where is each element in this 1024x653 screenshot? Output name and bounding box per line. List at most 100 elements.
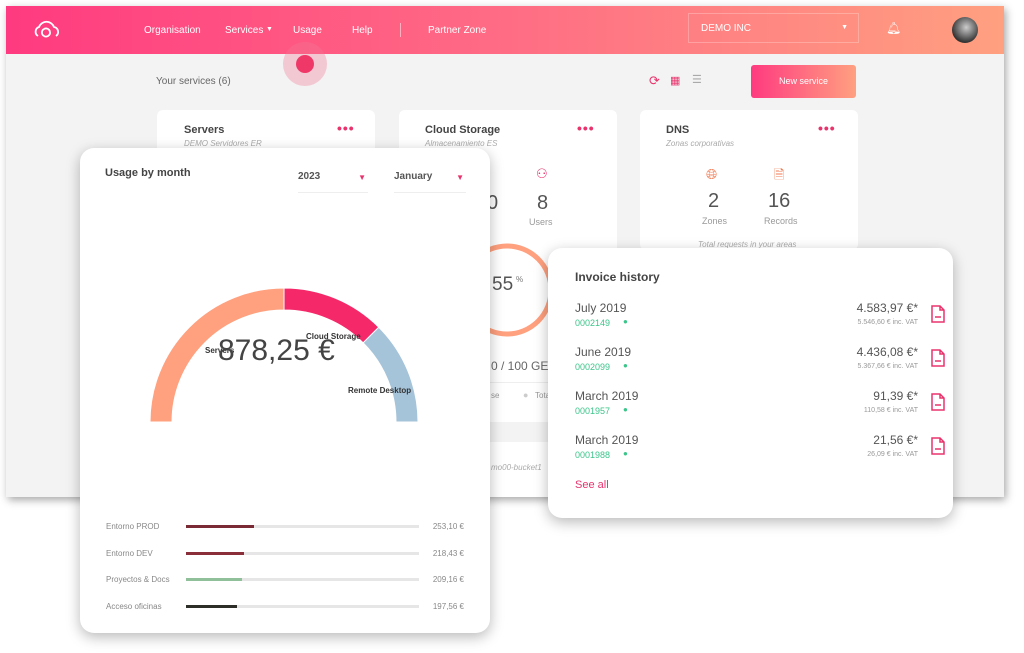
invoice-history-panel: Invoice history July 2019 0002149 ● 4.58…: [548, 248, 953, 518]
invoice-month: March 2019: [575, 433, 639, 447]
invoice-row[interactable]: July 2019 0002149 ● 4.583,97 €* 5.546,60…: [548, 301, 953, 337]
users-count: 8: [537, 192, 549, 214]
usage-row: Entorno DEV 218,43 €: [80, 549, 490, 561]
usage-bar-track: [186, 551, 419, 555]
usage-bar-track: [186, 604, 419, 608]
top-nav: Organisation Services ▼ Usage Help Partn…: [6, 6, 1004, 54]
usage-bar-fill: [186, 578, 242, 581]
usage-row: Entorno PROD 253,10 €: [80, 522, 490, 534]
invoice-month: March 2019: [575, 389, 639, 403]
row-label: Proyectos & Docs: [106, 575, 170, 584]
invoice-vat: 110,58 € inc. VAT: [863, 407, 918, 414]
panel-title: Invoice history: [575, 270, 660, 284]
org-select-value: DEMO INC: [701, 23, 751, 34]
usage-by-month-panel: Usage by month 2023 ▼ January ▼ Servers Clo…: [80, 148, 490, 633]
globe-icon: 🌐︎: [706, 166, 718, 182]
bucket-name: mo00-bucket1: [491, 463, 542, 472]
gauge-segment-remote-desktop: [362, 326, 419, 423]
gauge-total: 878,25 €: [218, 334, 335, 367]
usage-bar-fill: [186, 525, 254, 528]
status-dot-icon: ●: [623, 405, 628, 414]
nav-help[interactable]: Help: [352, 25, 373, 36]
status-dot-icon: ●: [623, 449, 628, 458]
invoice-row[interactable]: March 2019 0001988 ● 21,56 €* 26,09 € in…: [548, 433, 953, 469]
invoice-row[interactable]: March 2019 0001957 ● 91,39 €* 110,58 € i…: [548, 389, 953, 425]
see-all-link[interactable]: See all: [575, 479, 609, 491]
invoice-amount: 21,56 €*: [873, 433, 918, 447]
row-amount: 197,56 €: [432, 601, 464, 611]
invoice-vat: 5.367,66 € inc. VAT: [857, 363, 918, 370]
invoice-vat: 5.546,60 € inc. VAT: [857, 319, 918, 326]
ring-percent: 55: [492, 274, 514, 295]
invoice-number[interactable]: 0001957: [575, 406, 610, 416]
pdf-download-icon[interactable]: [931, 305, 945, 323]
invoice-amount: 91,39 €*: [873, 389, 918, 403]
avatar[interactable]: [952, 17, 978, 43]
card-title: Cloud Storage: [425, 124, 501, 136]
row-amount: 218,43 €: [432, 548, 464, 558]
row-amount: 209,16 €: [432, 575, 464, 584]
invoice-month: June 2019: [575, 345, 632, 359]
click-indicator: [283, 42, 327, 86]
gauge-label: Remote Desktop: [348, 386, 411, 395]
records-label: Records: [764, 216, 798, 226]
row-label: Entorno DEV: [106, 548, 153, 558]
users-label: Users: [529, 217, 553, 227]
grid-view-icon[interactable]: ▦: [670, 74, 680, 87]
usage-row: Acceso oficinas 197,56 €: [80, 602, 490, 614]
usage-bar-track: [186, 578, 419, 581]
invoice-number[interactable]: 0002099: [575, 362, 610, 372]
row-label: Acceso oficinas: [106, 601, 162, 611]
more-options-icon[interactable]: •••: [337, 120, 355, 136]
row-amount: 253,10 €: [432, 522, 464, 531]
list-view-icon[interactable]: ☰: [692, 73, 702, 86]
refresh-icon[interactable]: ⟳: [649, 73, 660, 89]
document-icon: 🗎: [774, 167, 785, 182]
usage-bar-fill: [186, 604, 238, 608]
services-count: Your services (6): [156, 76, 231, 87]
nav-partner-zone[interactable]: Partner Zone: [428, 25, 486, 36]
invoice-number[interactable]: 0001988: [575, 450, 610, 460]
invoice-number[interactable]: 0002149: [575, 318, 610, 328]
invoice-amount: 4.436,08 €*: [856, 345, 918, 359]
card-subtitle: Almacenamiento ES: [425, 139, 498, 148]
pdf-download-icon[interactable]: [931, 437, 945, 455]
status-dot-icon: ●: [623, 317, 628, 326]
org-select[interactable]: DEMO INC ▼: [688, 13, 859, 43]
pdf-download-icon[interactable]: [931, 393, 945, 411]
zones-label: Zones: [702, 216, 728, 226]
card-title: DNS: [666, 124, 690, 136]
dns-card[interactable]: DNS Zonas corporativas ••• 🌐︎ 🗎 2 16 Zon…: [640, 110, 858, 250]
nav-services[interactable]: Services: [225, 25, 263, 36]
legend-dot-icon: ●: [523, 390, 529, 400]
usage-gauge: ServersCloud StorageRemote Desktop: [149, 287, 419, 423]
more-options-icon[interactable]: •••: [577, 120, 595, 136]
status-dot-icon: ●: [623, 361, 628, 370]
more-options-icon[interactable]: •••: [818, 120, 836, 136]
invoice-vat: 26,09 € inc. VAT: [867, 451, 918, 458]
user-icon: ⚇: [536, 166, 548, 181]
nav-usage[interactable]: Usage: [293, 25, 322, 36]
invoice-month: July 2019: [575, 301, 627, 315]
new-service-button[interactable]: New service: [751, 65, 856, 98]
cloud-logo-icon[interactable]: [30, 20, 66, 40]
card-subtitle: Zonas corporativas: [666, 139, 735, 148]
invoice-amount: 4.583,97 €*: [856, 301, 918, 315]
chevron-down-icon[interactable]: ▼: [266, 26, 273, 33]
chevron-down-icon: ▼: [841, 24, 848, 31]
card-title: Servers: [184, 124, 225, 136]
pdf-download-icon[interactable]: [931, 349, 945, 367]
nav-organisation[interactable]: Organisation: [144, 25, 201, 36]
records-count: 16: [768, 190, 791, 212]
ring-unit: %: [516, 275, 524, 284]
usage-bar-track: [186, 525, 419, 528]
legend-used: se: [491, 391, 500, 400]
row-label: Entorno PROD: [106, 522, 160, 531]
card-subtitle: DEMO Servidores ER: [184, 139, 262, 148]
bell-icon[interactable]: 🔔︎: [886, 21, 901, 35]
storage-usage: 0 / 100 GE: [491, 359, 549, 373]
zones-count: 2: [708, 190, 720, 212]
invoice-row[interactable]: June 2019 0002099 ● 4.436,08 €* 5.367,66…: [548, 345, 953, 381]
nav-divider: [400, 23, 401, 37]
usage-row: Proyectos & Docs 209,16 €: [80, 575, 490, 587]
